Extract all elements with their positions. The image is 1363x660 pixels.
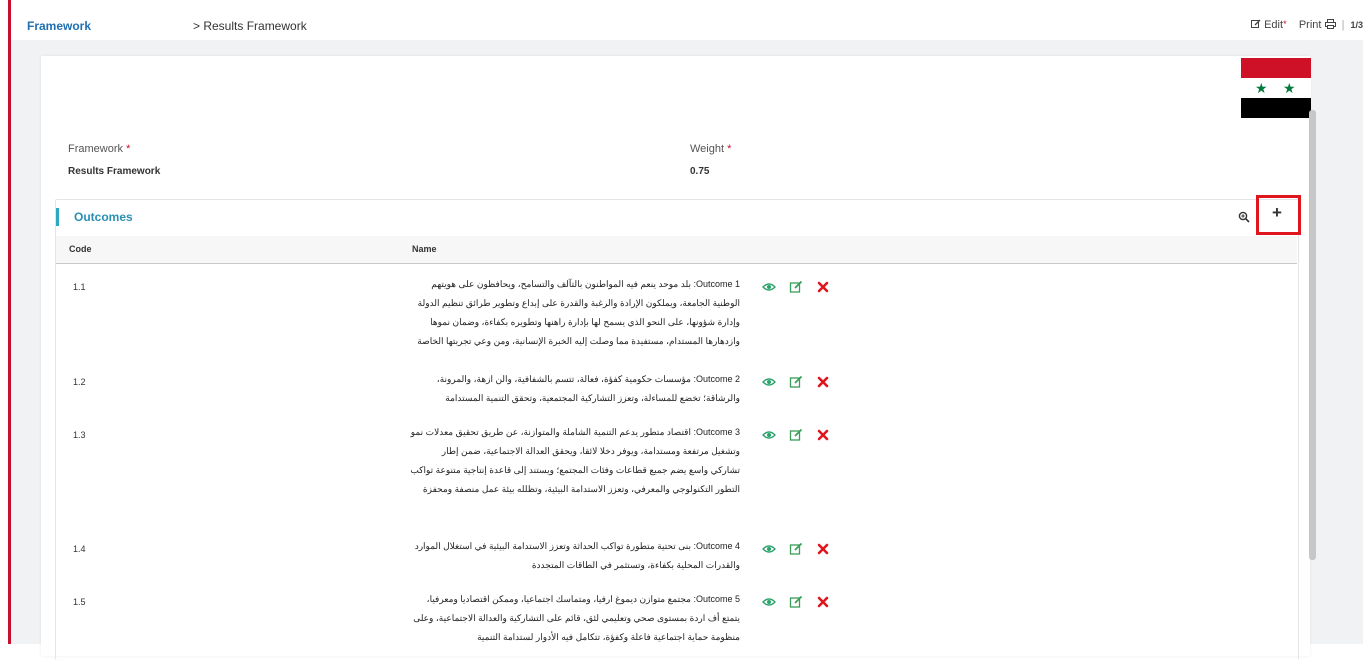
breadcrumb[interactable]: > Results Framework <box>193 19 307 33</box>
edit-button[interactable]: Edit* <box>1251 19 1290 31</box>
row-name: Outcome 1: بلد موحد ينعم فيه المواطنون ب… <box>417 279 740 346</box>
edit-marker: * <box>1283 19 1287 29</box>
framework-label-text: Framework <box>68 143 124 155</box>
view-icon[interactable] <box>762 280 776 294</box>
separator: | <box>1341 19 1345 31</box>
edit-icon[interactable] <box>789 428 803 442</box>
edit-icon[interactable] <box>789 375 803 389</box>
add-icon: + <box>1272 203 1282 222</box>
print-button[interactable]: Print <box>1299 19 1339 31</box>
outcomes-title: Outcomes <box>74 210 133 224</box>
row-name: Outcome 2: مؤسسات حكومية كفؤة، فعالة، تت… <box>436 374 740 403</box>
view-icon[interactable] <box>762 595 776 609</box>
table-row: 1.4 Outcome 4: بنى تحتية متطورة تواكب ال… <box>56 526 1297 580</box>
print-icon <box>1324 19 1336 29</box>
row-code: 1.5 <box>73 597 86 607</box>
delete-icon[interactable] <box>816 428 830 442</box>
row-actions <box>762 428 832 442</box>
view-icon[interactable] <box>762 542 776 556</box>
view-icon[interactable] <box>762 375 776 389</box>
delete-icon[interactable] <box>816 595 830 609</box>
top-actions: Edit* Print | 1/3 <box>1251 19 1363 31</box>
row-name: Outcome 5: مجتمع متوازن ديموغ ارفيا، ومت… <box>413 594 740 642</box>
required-marker: * <box>727 143 732 155</box>
row-actions <box>762 595 832 609</box>
delete-icon[interactable] <box>816 280 830 294</box>
add-outcome-button[interactable]: + <box>1256 195 1301 235</box>
row-code: 1.4 <box>73 544 86 554</box>
edit-icon <box>1251 19 1261 28</box>
pagination-indicator: 1/3 <box>1350 20 1363 30</box>
row-name: Outcome 4: بنى تحتية متطورة تواكب الحداث… <box>414 541 740 570</box>
row-code: 1.2 <box>73 377 86 387</box>
table-row: 1.5 Outcome 5: مجتمع متوازن ديموغ ارفيا،… <box>56 579 1297 644</box>
row-code: 1.1 <box>73 282 86 292</box>
weight-label: Weight * <box>690 143 731 155</box>
table-header: Code Name <box>56 236 1297 264</box>
print-label: Print <box>1298 19 1322 31</box>
panel-title-accent <box>56 208 59 226</box>
flag-image: ★ ★ <box>1241 58 1311 118</box>
edit-icon[interactable] <box>789 595 803 609</box>
column-header-code[interactable]: Code <box>69 244 92 254</box>
table-row: 1.1 Outcome 1: بلد موحد ينعم فيه المواطن… <box>56 264 1297 360</box>
delete-icon[interactable] <box>816 542 830 556</box>
edit-icon[interactable] <box>789 280 803 294</box>
view-icon[interactable] <box>762 428 776 442</box>
column-header-name[interactable]: Name <box>412 244 437 254</box>
delete-icon[interactable] <box>816 375 830 389</box>
row-code: 1.3 <box>73 430 86 440</box>
weight-value: 0.75 <box>690 166 710 177</box>
row-name: Outcome 3: اقتصاد متطور يدعم التنمية الش… <box>410 427 740 494</box>
edit-label: Edit <box>1264 19 1284 31</box>
row-actions <box>762 280 832 294</box>
required-marker: * <box>126 143 131 155</box>
row-actions <box>762 375 832 389</box>
edit-icon[interactable] <box>789 542 803 556</box>
row-actions <box>762 542 832 556</box>
framework-label: Framework * <box>68 143 130 155</box>
vertical-scrollbar[interactable] <box>1309 110 1316 560</box>
zoom-icon[interactable] <box>1238 211 1250 223</box>
top-bar: Framework > Results Framework Edit* Prin… <box>11 0 1363 40</box>
table-row: 1.3 Outcome 3: اقتصاد متطور يدعم التنمية… <box>56 412 1297 527</box>
framework-value: Results Framework <box>68 166 161 177</box>
weight-label-text: Weight <box>690 143 725 155</box>
table-row: 1.2 Outcome 2: مؤسسات حكومية كفؤة، فعالة… <box>56 359 1297 413</box>
brand-link[interactable]: Framework <box>27 19 91 33</box>
